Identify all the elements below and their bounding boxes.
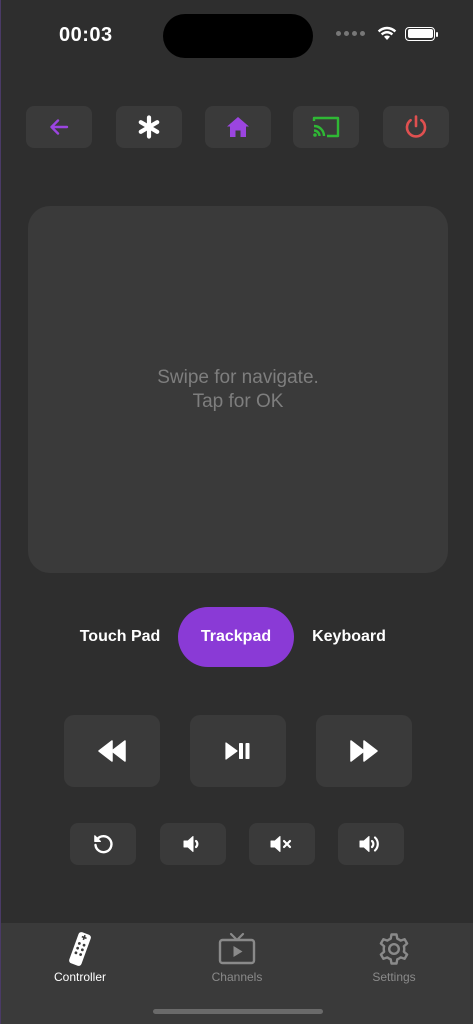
power-icon	[405, 115, 427, 138]
tab-channels[interactable]: Channels	[177, 929, 297, 989]
app-screen: 00:03 Swipe for navigate. Tap for OK Tou…	[0, 0, 473, 1024]
volume-up-button[interactable]	[338, 823, 404, 865]
play-pause-button[interactable]	[190, 715, 286, 787]
tab-settings-label: Settings	[372, 970, 416, 984]
mode-trackpad[interactable]: Trackpad	[178, 607, 294, 667]
gear-icon	[379, 933, 409, 965]
trackpad-surface[interactable]: Swipe for navigate. Tap for OK	[28, 206, 448, 573]
tab-channels-label: Channels	[211, 970, 263, 984]
fast-forward-button[interactable]	[316, 715, 412, 787]
battery-icon	[405, 26, 438, 41]
replay-button[interactable]	[70, 823, 136, 865]
pad-hint-line-1: Swipe for navigate.	[157, 366, 319, 388]
top-toolbar	[1, 106, 473, 148]
asterisk-button[interactable]	[116, 106, 182, 148]
asterisk-icon	[138, 115, 160, 139]
remote-icon	[69, 932, 91, 966]
mute-button[interactable]	[249, 823, 315, 865]
home-indicator	[153, 1009, 323, 1014]
tab-controller-label: Controller	[53, 970, 107, 984]
home-icon	[227, 117, 249, 137]
cellular-signal-icon	[336, 31, 365, 36]
home-button[interactable]	[205, 106, 271, 148]
volume-down-button[interactable]	[160, 823, 226, 865]
fast-forward-icon	[350, 740, 378, 762]
rewind-button[interactable]	[64, 715, 160, 787]
arrow-left-icon	[50, 119, 69, 135]
volume-down-icon	[183, 836, 199, 852]
play-pause-icon	[225, 742, 250, 760]
mode-selector: Touch Pad Trackpad Keyboard	[1, 607, 473, 667]
pad-hint-line-2: Tap for OK	[192, 390, 284, 412]
replay-icon	[94, 834, 113, 854]
tab-controller[interactable]: Controller	[20, 929, 140, 989]
status-icons	[336, 26, 438, 41]
power-button[interactable]	[383, 106, 449, 148]
tv-icon	[218, 932, 256, 965]
cast-button[interactable]	[293, 106, 359, 148]
volume-up-icon	[359, 836, 379, 852]
mode-keyboard[interactable]: Keyboard	[297, 607, 401, 667]
back-button[interactable]	[26, 106, 92, 148]
rewind-icon	[98, 740, 126, 762]
dynamic-island	[163, 14, 313, 58]
volume-mute-icon	[270, 836, 292, 852]
cast-icon	[312, 116, 340, 138]
tab-bar: Controller Channels Settings	[1, 923, 473, 1024]
mode-touch-pad[interactable]: Touch Pad	[63, 607, 177, 667]
wifi-icon	[377, 26, 397, 40]
status-time: 00:03	[59, 24, 113, 46]
tab-settings[interactable]: Settings	[334, 929, 454, 989]
